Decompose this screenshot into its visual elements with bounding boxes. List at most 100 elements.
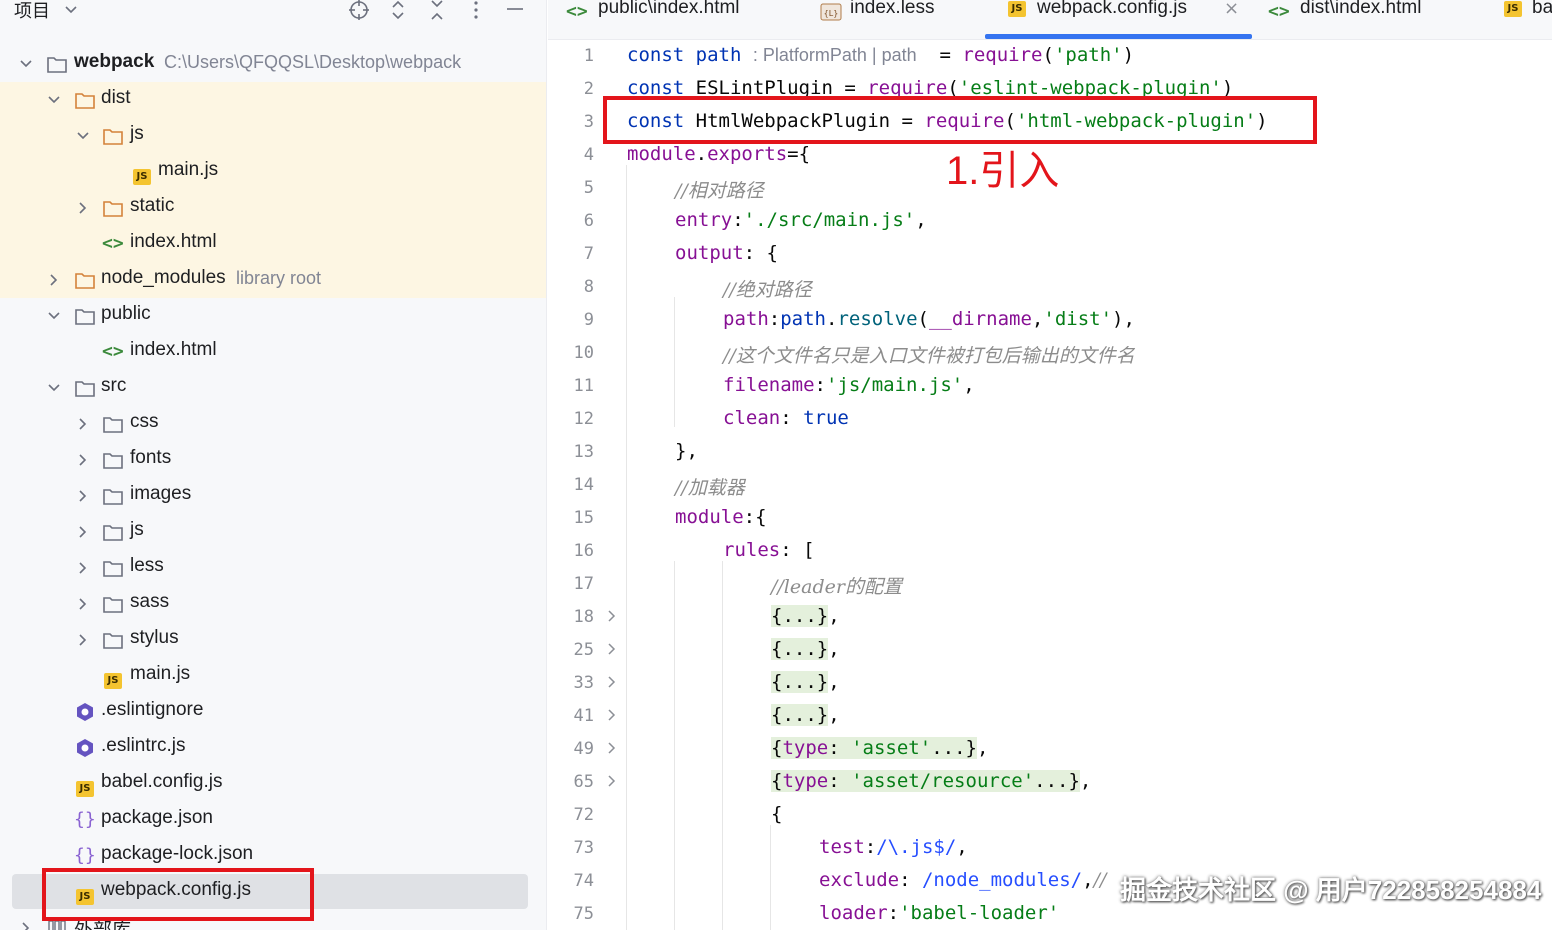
project-panel-title: 项目	[14, 1, 50, 22]
tree-item-package-json[interactable]: {} package.json	[0, 802, 546, 838]
type-hint: : PlatformPath | path	[752, 45, 917, 65]
tree-item-public[interactable]: public	[0, 298, 546, 334]
js-icon: JS	[1504, 1, 1522, 17]
code-line-73: test:/\.js$/,	[819, 836, 968, 858]
tree-item-hint: library root	[236, 268, 322, 288]
fold-chevron-icon[interactable]	[606, 708, 618, 726]
code-line-18[interactable]: {...},	[771, 605, 840, 627]
annotation-box-webpack-config	[42, 868, 314, 921]
js-icon: JS	[1008, 1, 1026, 17]
chevron-down-icon[interactable]	[75, 128, 91, 144]
tree-item-public-index-html[interactable]: <> index.html	[0, 334, 546, 370]
html-icon: <>	[1268, 1, 1290, 22]
tree-item-src[interactable]: src	[0, 370, 546, 406]
more-options-icon[interactable]	[465, 0, 487, 21]
chevron-right-icon[interactable]	[75, 560, 91, 576]
tree-item-label: css	[130, 411, 159, 432]
chevron-right-icon[interactable]	[75, 452, 91, 468]
line-number: 41	[573, 706, 594, 726]
tree-item-label: fonts	[130, 447, 172, 468]
tree-item-label: images	[130, 483, 192, 504]
folder-icon	[46, 54, 68, 74]
code-line-72: {	[771, 803, 783, 825]
tree-item-stylus[interactable]: stylus	[0, 622, 546, 658]
code-line-1: const path : PlatformPath | path = requi…	[627, 44, 1135, 66]
code-line-33[interactable]: {...},	[771, 671, 840, 693]
project-panel: 项目 webpack C:\Users\QFQQSL\Desktop\webpac…	[0, 0, 547, 930]
code-line-49[interactable]: {type: 'asset'...},	[771, 737, 988, 759]
tree-item-eslintignore[interactable]: .eslintignore	[0, 694, 546, 730]
tree-item-less[interactable]: less	[0, 550, 546, 586]
tree-item-babel-config[interactable]: JS babel.config.js	[0, 766, 546, 802]
annotation-box-require-line	[603, 96, 1317, 144]
code-line-41[interactable]: {...},	[771, 704, 840, 726]
code-line-25[interactable]: {...},	[771, 638, 840, 660]
folder-icon	[102, 198, 124, 218]
folder-icon	[74, 90, 96, 110]
expand-all-icon[interactable]	[387, 0, 409, 21]
tree-item-node-modules[interactable]: node_modules library root	[0, 262, 546, 298]
tree-item-fonts[interactable]: fonts	[0, 442, 546, 478]
minimize-icon[interactable]	[504, 0, 526, 21]
tab-index-less[interactable]: {L} index.less	[820, 0, 980, 39]
tree-item-dist-main-js[interactable]: JS main.js	[0, 154, 546, 190]
folder-icon	[74, 306, 96, 326]
line-number: 11	[573, 376, 594, 396]
chevron-down-icon[interactable]	[46, 308, 62, 324]
code-line-10: //这个文件名只是入口文件被打包后输出的文件名	[723, 345, 1135, 367]
code-line-12: clean: true	[723, 407, 849, 429]
chevron-right-icon[interactable]	[75, 632, 91, 648]
code-line-9: path:path.resolve(__dirname,'dist'),	[723, 308, 1135, 330]
project-panel-header: 项目	[0, 0, 546, 24]
fold-chevron-icon[interactable]	[606, 675, 618, 693]
fold-chevron-icon[interactable]	[606, 609, 618, 627]
folder-icon	[74, 270, 96, 290]
tree-item-src-main-js[interactable]: JS main.js	[0, 658, 546, 694]
tree-item-dist[interactable]: dist	[0, 82, 546, 118]
chevron-right-icon[interactable]	[75, 488, 91, 504]
code-line-65[interactable]: {type: 'asset/resource'...},	[771, 770, 1091, 792]
chevron-down-icon[interactable]	[18, 56, 34, 72]
fold-chevron-icon[interactable]	[606, 741, 618, 759]
js-icon: JS	[104, 668, 126, 689]
fold-chevron-icon[interactable]	[606, 774, 618, 792]
locate-icon[interactable]	[348, 0, 370, 21]
fold-chevron-icon[interactable]	[606, 642, 618, 660]
tab-label: webpack.config.js	[1037, 0, 1187, 18]
tree-item-dist-index-html[interactable]: <> index.html	[0, 226, 546, 262]
tree-item-static[interactable]: static	[0, 190, 546, 226]
tab-label: ba	[1532, 0, 1552, 18]
annotation-label: 1.引入	[946, 149, 1060, 193]
tree-item-label: package.json	[101, 807, 213, 828]
tree-item-src-js[interactable]: js	[0, 514, 546, 550]
tree-item-webpack-root[interactable]: webpack C:\Users\QFQQSL\Desktop\webpack	[0, 46, 546, 82]
chevron-right-icon[interactable]	[46, 272, 62, 288]
code-line-11: filename:'js/main.js',	[723, 374, 975, 396]
collapse-all-icon[interactable]	[426, 0, 448, 21]
chevron-right-icon[interactable]	[75, 200, 91, 216]
chevron-down-icon[interactable]	[64, 3, 78, 17]
chevron-right-icon[interactable]	[18, 920, 34, 930]
code-line-14: //加载器	[675, 477, 745, 499]
tab-label: public\index.html	[598, 0, 740, 18]
line-number: 17	[573, 574, 594, 594]
tree-item-eslintrc[interactable]: .eslintrc.js	[0, 730, 546, 766]
tab-dist-index-html[interactable]: <> dist\index.html	[1268, 0, 1468, 39]
tree-item-images[interactable]: images	[0, 478, 546, 514]
chevron-right-icon[interactable]	[75, 596, 91, 612]
code-line-15: module:{	[675, 506, 767, 528]
tree-item-css[interactable]: css	[0, 406, 546, 442]
close-icon[interactable]: ×	[1224, 0, 1239, 19]
chevron-down-icon[interactable]	[46, 380, 62, 396]
tree-item-dist-js[interactable]: js	[0, 118, 546, 154]
tab-ba[interactable]: JS ba	[1504, 0, 1552, 39]
chevron-right-icon[interactable]	[75, 524, 91, 540]
line-number: 2	[583, 79, 594, 99]
chevron-right-icon[interactable]	[75, 416, 91, 432]
tree-item-sass[interactable]: sass	[0, 586, 546, 622]
tab-public-index-html[interactable]: <> public\index.html	[566, 0, 776, 39]
chevron-down-icon[interactable]	[46, 92, 62, 108]
code-line-75: loader:'babel-loader'	[819, 902, 1060, 924]
line-number: 6	[583, 211, 594, 231]
line-number: 9	[583, 310, 594, 330]
